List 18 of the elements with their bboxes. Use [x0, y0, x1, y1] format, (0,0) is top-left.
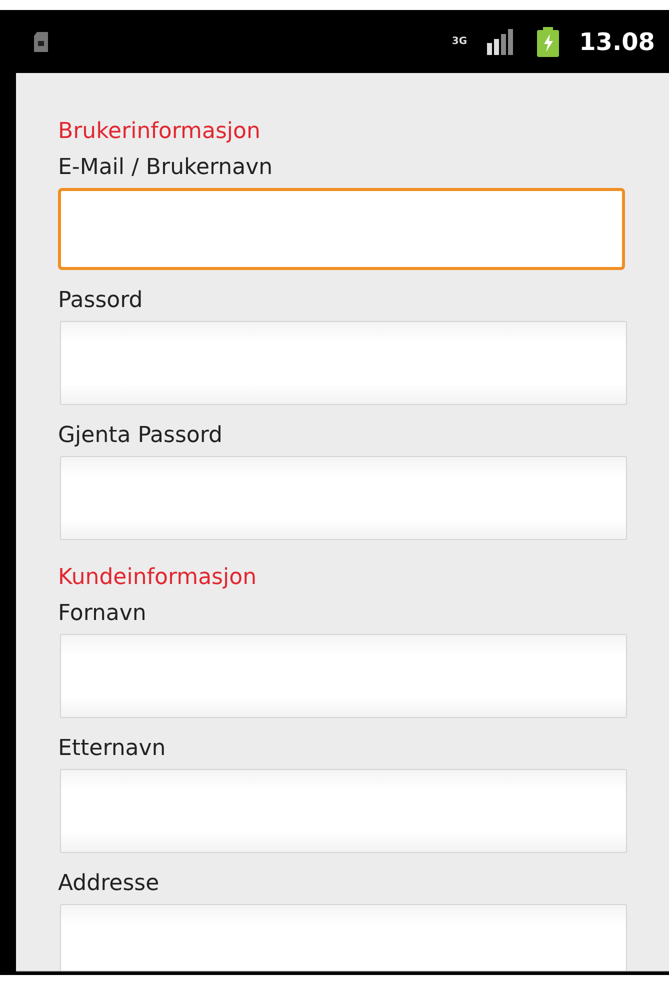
input-field[interactable]	[60, 456, 627, 540]
input-field[interactable]	[60, 904, 627, 971]
section-title: Kundeinformasjon	[58, 564, 258, 592]
field-label: Fornavn	[58, 600, 148, 628]
field-label: Passord	[58, 287, 144, 315]
field-label: Etternavn	[58, 735, 167, 763]
battery-icon	[537, 26, 560, 56]
field-label: Addresse	[58, 870, 160, 898]
input-field[interactable]	[60, 634, 627, 718]
input-field[interactable]	[60, 769, 627, 853]
field-label: E-Mail / Brukernavn	[58, 154, 274, 182]
section-title: Brukerinformasjon	[58, 118, 262, 146]
network-type: 3G	[452, 36, 468, 46]
sd-card-icon	[34, 32, 48, 52]
input-field[interactable]	[58, 188, 625, 270]
clock-time: 13.08	[579, 28, 655, 56]
input-field[interactable]	[60, 321, 627, 405]
field-label: Gjenta Passord	[58, 422, 224, 450]
